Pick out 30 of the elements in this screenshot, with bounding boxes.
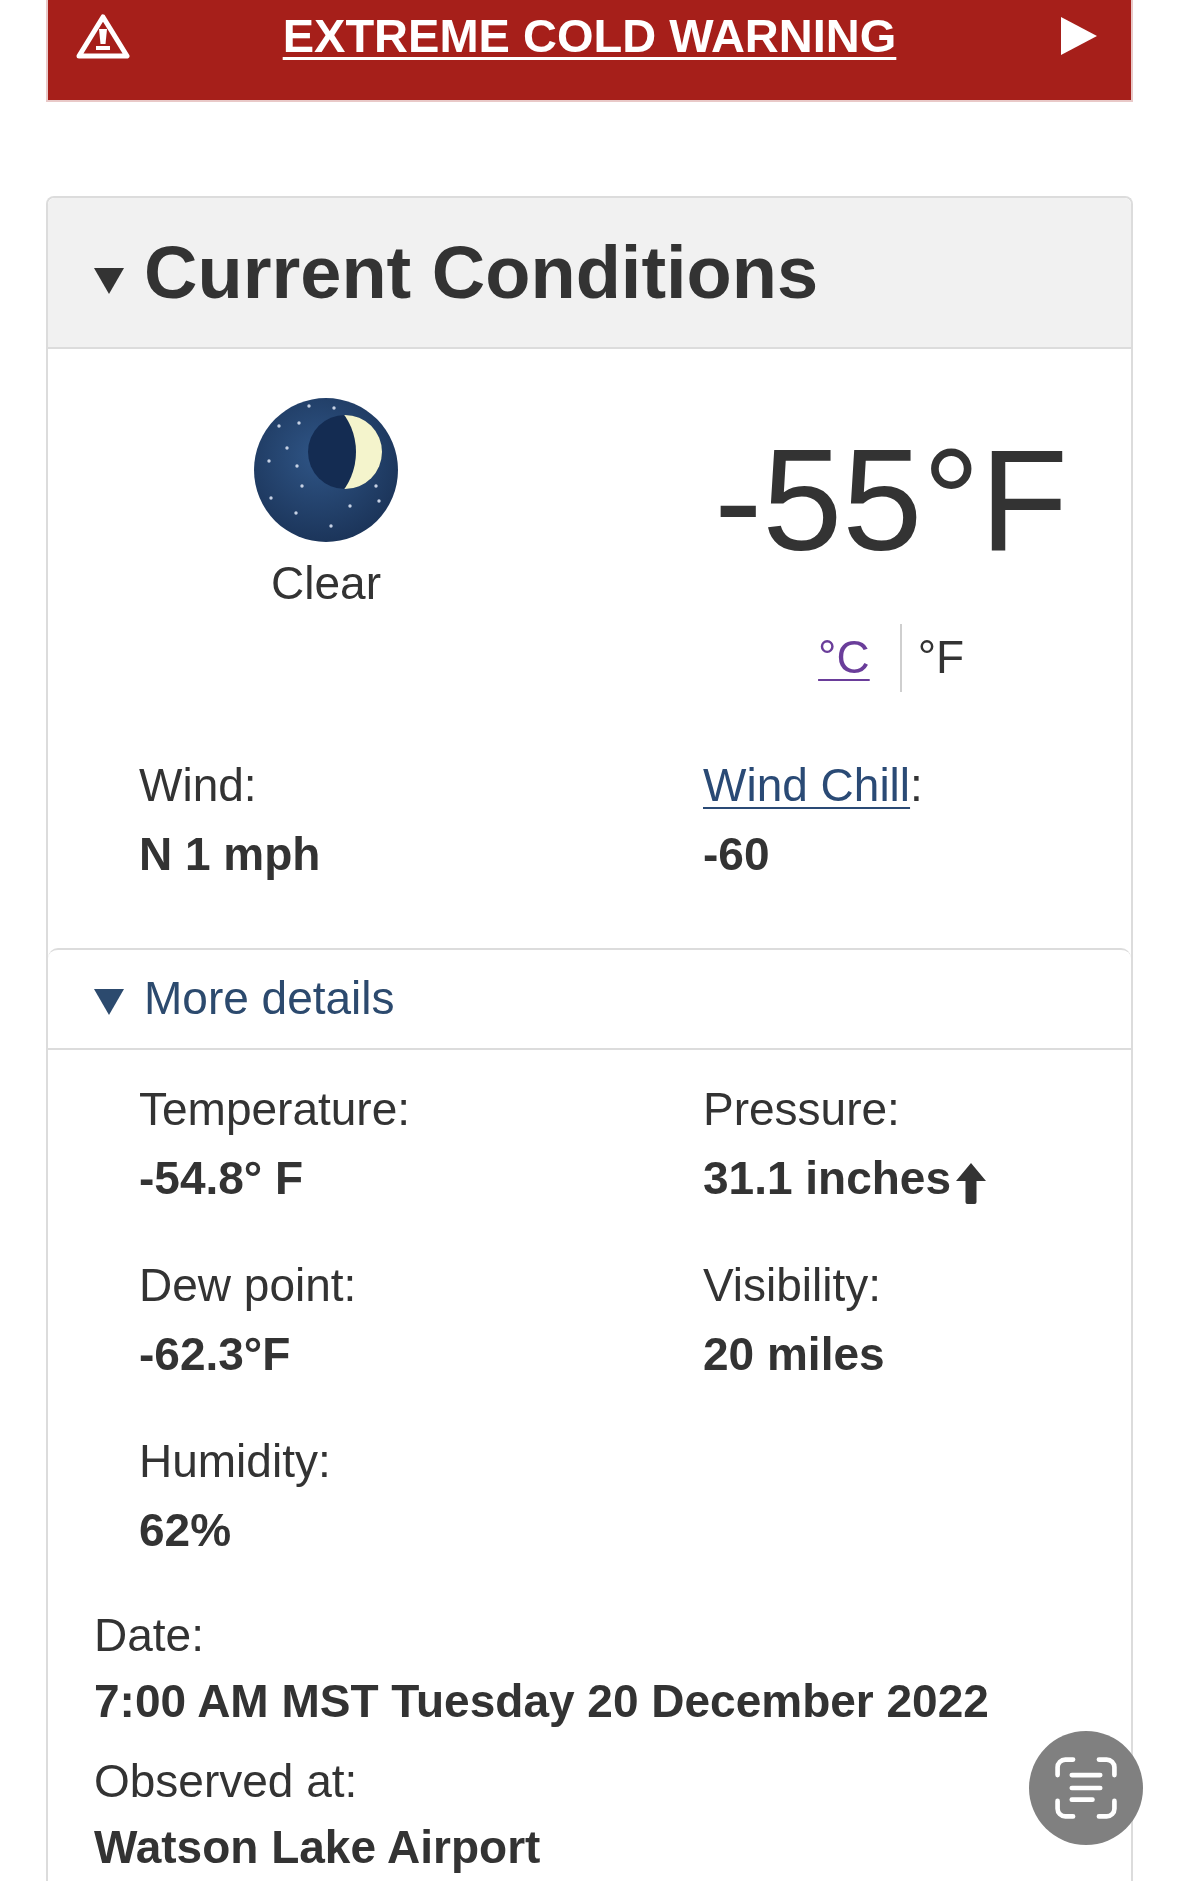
warning-icon bbox=[76, 13, 130, 59]
more-details-toggle[interactable]: More details bbox=[144, 971, 395, 1027]
play-icon[interactable] bbox=[1061, 17, 1097, 55]
selected-unit: °F bbox=[917, 630, 965, 686]
observation-label: Date: bbox=[94, 1608, 204, 1663]
condition-label: Clear bbox=[271, 556, 381, 611]
summary-value: N 1 mph bbox=[139, 827, 321, 882]
detail-value: 20 miles bbox=[703, 1327, 885, 1382]
temperature-reading: -55°F bbox=[714, 429, 1068, 573]
detail-value: 62% bbox=[139, 1503, 232, 1558]
detail-label: Visibility: bbox=[703, 1258, 882, 1313]
detail-label: Pressure: bbox=[703, 1082, 900, 1137]
summary-value: -60 bbox=[703, 827, 770, 882]
alert-title-link[interactable]: EXTREME COLD WARNING bbox=[282, 8, 897, 63]
detail-value: -54.8° F bbox=[139, 1151, 304, 1206]
summary-label: Wind Chill: bbox=[703, 758, 923, 813]
detail-value: -62.3°F bbox=[139, 1327, 291, 1382]
observation-value: Watson Lake Airport bbox=[94, 1820, 541, 1875]
detail-value: 31.1 inches bbox=[703, 1151, 952, 1206]
detail-label: Dew point: bbox=[139, 1258, 357, 1313]
detail-label: Temperature: bbox=[139, 1082, 410, 1137]
observation-label: Observed at: bbox=[94, 1754, 358, 1809]
summary-link[interactable]: Wind Chill bbox=[703, 759, 911, 811]
scan-icon bbox=[1055, 1757, 1117, 1819]
unit-link[interactable]: °C bbox=[818, 630, 870, 686]
detail-label: Humidity: bbox=[139, 1434, 331, 1489]
section-title: Current Conditions bbox=[144, 231, 819, 314]
observation-value: 7:00 AM MST Tuesday 20 December 2022 bbox=[94, 1674, 989, 1729]
summary-label: Wind: bbox=[139, 758, 257, 813]
crescent-moon-icon bbox=[254, 398, 398, 542]
